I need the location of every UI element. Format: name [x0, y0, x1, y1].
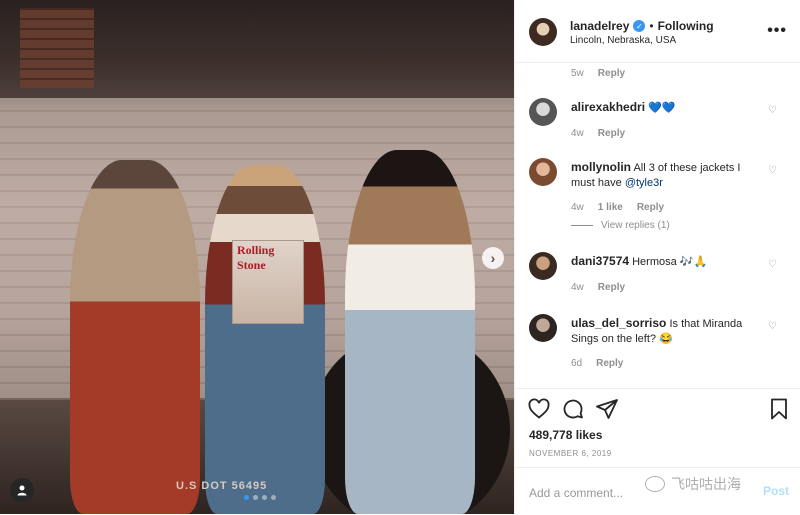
post-sidebar: lanadelrey ✓ • Following Lincoln, Nebras…	[514, 0, 800, 514]
header-user-line: lanadelrey ✓ • Following	[570, 19, 714, 33]
carousel-dot	[253, 495, 258, 500]
comment-icon[interactable]	[561, 397, 585, 421]
view-replies-button[interactable]: View replies (1)	[571, 220, 670, 231]
person-right	[345, 150, 475, 514]
comment-like-heart-icon[interactable]: ♡	[768, 321, 777, 332]
comment-likes-count[interactable]: 1 like	[598, 202, 623, 213]
comment-meta: 4w Reply	[571, 128, 625, 139]
bookmark-icon[interactable]	[767, 397, 791, 421]
comment-body: mollynolin All 3 of these jackets I must…	[571, 160, 761, 191]
comment-meta: 6d Reply	[571, 358, 623, 369]
separator: •	[649, 19, 654, 33]
avatar[interactable]	[529, 314, 557, 342]
view-replies-label: View replies (1)	[601, 220, 670, 231]
comment-username[interactable]: dani37574	[571, 254, 629, 268]
post-photo[interactable]: Rolling Stone U.S DOT 56495 ›	[0, 0, 514, 514]
mention-link[interactable]: @tyle3r	[625, 177, 663, 189]
caption-meta: 5w Reply	[571, 68, 625, 79]
comment-time: 4w	[571, 128, 584, 139]
replies-divider	[571, 225, 593, 226]
carousel-dot	[262, 495, 267, 500]
avatar[interactable]	[529, 18, 557, 46]
wechat-icon	[645, 476, 665, 492]
tagged-users-button[interactable]	[10, 478, 34, 502]
reply-button[interactable]: Reply	[596, 358, 623, 369]
reply-button[interactable]: Reply	[637, 202, 664, 213]
share-icon[interactable]	[595, 397, 619, 421]
comment-body: dani37574 Hermosa 🎶🙏	[571, 254, 761, 270]
carousel-dot	[271, 495, 276, 500]
following-button[interactable]: Following	[658, 19, 714, 33]
person-left	[70, 160, 200, 514]
comment-body: ulas_del_sorriso Is that Miranda Sings o…	[571, 316, 761, 347]
watermark: 飞咕咕出海	[645, 474, 741, 494]
comment-time: 6d	[571, 358, 583, 369]
comment-username[interactable]: mollynolin	[571, 160, 631, 174]
magazine: Rolling Stone	[232, 240, 304, 324]
location-link[interactable]: Lincoln, Nebraska, USA	[570, 35, 676, 46]
post-header: lanadelrey ✓ • Following Lincoln, Nebras…	[515, 0, 800, 63]
verified-badge-icon: ✓	[633, 20, 646, 32]
chevron-right-icon: ›	[490, 250, 496, 266]
avatar[interactable]	[529, 158, 557, 186]
brick-wall	[20, 8, 94, 88]
post-comment-button[interactable]: Post	[763, 484, 789, 498]
instagram-post-modal: Rolling Stone U.S DOT 56495 › lanadelrey…	[0, 0, 800, 514]
carousel-next-button[interactable]: ›	[482, 247, 504, 269]
comments-list[interactable]: 5w Reply alirexakhedri 💙💙 4w Reply ♡ mol…	[515, 62, 800, 387]
magazine-title: Rolling Stone	[237, 243, 275, 272]
comment-body: alirexakhedri 💙💙	[571, 100, 761, 116]
carousel-dot	[244, 495, 249, 500]
avatar[interactable]	[529, 98, 557, 126]
reply-button[interactable]: Reply	[598, 68, 625, 79]
comment-time: 5w	[571, 68, 584, 79]
comment-username[interactable]: ulas_del_sorriso	[571, 316, 666, 330]
comment-time: 4w	[571, 282, 584, 293]
comment-text: 💙💙	[648, 102, 676, 114]
comment-like-heart-icon[interactable]: ♡	[768, 259, 777, 270]
watermark-text: 飞咕咕出海	[671, 477, 741, 493]
avatar[interactable]	[529, 252, 557, 280]
carousel-indicator	[244, 495, 276, 500]
user-icon	[17, 485, 27, 496]
username-link[interactable]: lanadelrey	[570, 19, 629, 33]
heart-icon[interactable]	[527, 397, 551, 421]
reply-button[interactable]: Reply	[598, 282, 625, 293]
comment-time: 4w	[571, 202, 584, 213]
comment-username[interactable]: alirexakhedri	[571, 100, 645, 114]
more-options-icon[interactable]: •••	[767, 22, 787, 40]
reply-button[interactable]: Reply	[598, 128, 625, 139]
person-center	[205, 165, 325, 514]
bus-plate-text: U.S DOT 56495	[176, 480, 268, 492]
post-date: NOVEMBER 6, 2019	[529, 449, 612, 458]
comment-like-heart-icon[interactable]: ♡	[768, 165, 777, 176]
add-comment-bar: 飞咕咕出海 Post	[515, 467, 800, 515]
comment-like-heart-icon[interactable]: ♡	[768, 105, 777, 116]
comment-meta: 4w 1 like Reply	[571, 202, 664, 213]
comment-text: Hermosa 🎶🙏	[632, 256, 708, 268]
post-actions-bar	[515, 388, 800, 431]
comment-meta: 4w Reply	[571, 282, 625, 293]
likes-count[interactable]: 489,778 likes	[529, 428, 602, 442]
